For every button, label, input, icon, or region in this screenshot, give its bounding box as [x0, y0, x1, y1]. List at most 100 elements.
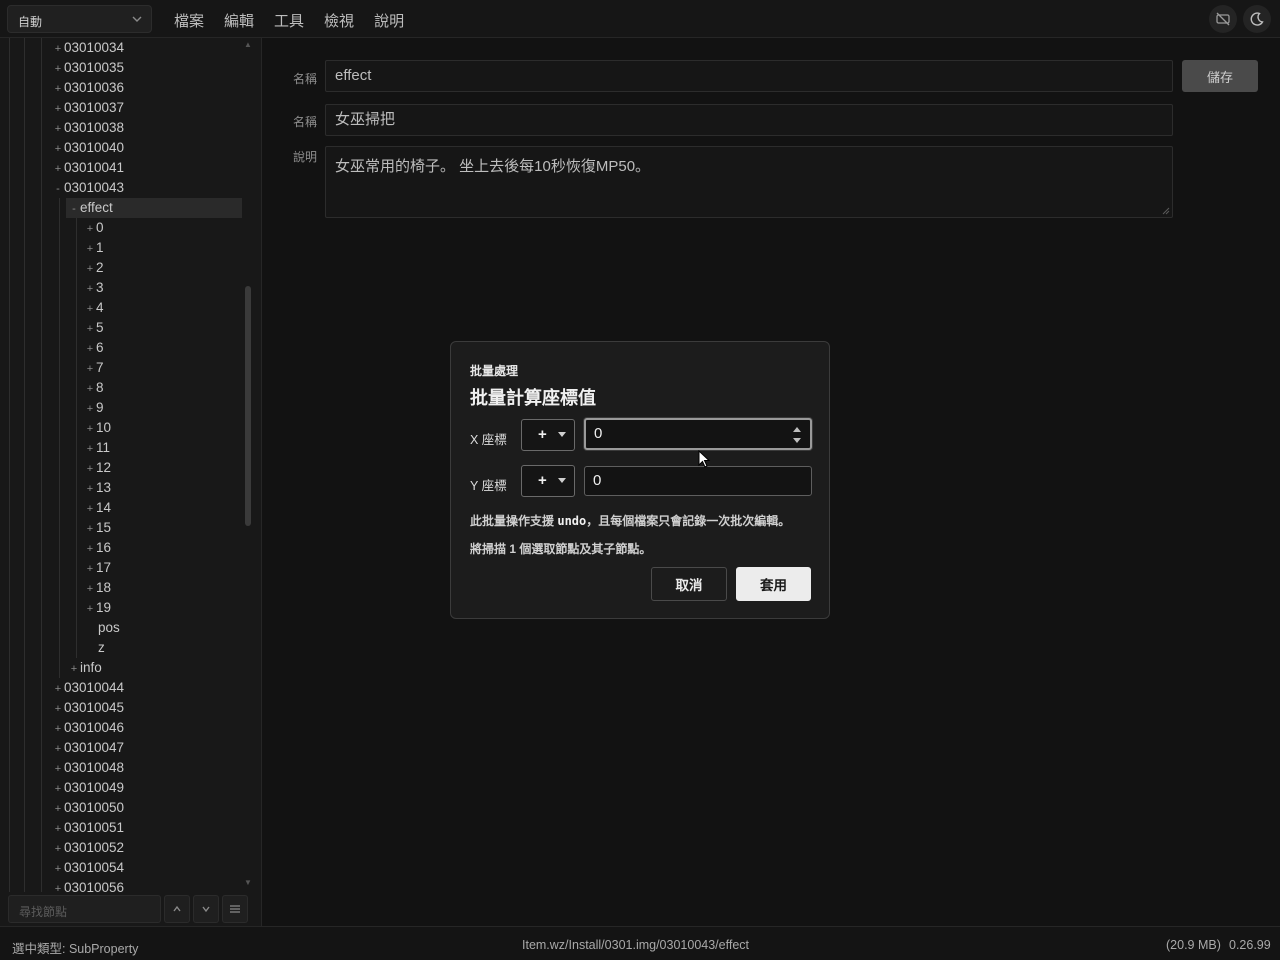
tree-node[interactable]: +4	[84, 298, 104, 318]
menu-button[interactable]	[222, 895, 248, 923]
expand-toggle-icon[interactable]: +	[84, 379, 96, 399]
tree-node[interactable]: +10	[84, 418, 111, 438]
tree-node[interactable]: +03010036	[52, 78, 124, 98]
tree-node[interactable]: +03010035	[52, 58, 124, 78]
save-button[interactable]: 儲存	[1182, 60, 1258, 92]
x-value-input[interactable]: 0	[584, 418, 812, 450]
spinner-icon[interactable]	[792, 424, 802, 446]
menu-tools[interactable]: 工具	[274, 10, 304, 31]
expand-toggle-icon[interactable]: +	[52, 679, 64, 699]
expand-toggle-icon[interactable]: +	[52, 859, 64, 879]
expand-toggle-icon[interactable]: +	[52, 879, 64, 892]
tree-node[interactable]: +03010052	[52, 838, 124, 858]
expand-toggle-icon[interactable]: +	[52, 79, 64, 99]
tree-node[interactable]: +2	[84, 258, 104, 278]
tree-node[interactable]: +03010047	[52, 738, 124, 758]
x-operator-select[interactable]: +	[521, 419, 575, 451]
expand-toggle-icon[interactable]: +	[52, 779, 64, 799]
tree-node[interactable]: +03010038	[52, 118, 124, 138]
tree-node[interactable]: +03010054	[52, 858, 124, 878]
expand-toggle-icon[interactable]: +	[52, 59, 64, 79]
expand-toggle-icon[interactable]: +	[84, 259, 96, 279]
y-value-input[interactable]: 0	[584, 466, 812, 496]
tree-scrollbar[interactable]: ▲ ▼	[242, 38, 254, 890]
expand-toggle-icon[interactable]: +	[52, 719, 64, 739]
expand-toggle-icon[interactable]: +	[84, 399, 96, 419]
tree-node[interactable]: +18	[84, 578, 111, 598]
tree-node[interactable]: +16	[84, 538, 111, 558]
tree-node[interactable]: +14	[84, 498, 111, 518]
tree-node[interactable]: +17	[84, 558, 111, 578]
expand-toggle-icon[interactable]: +	[84, 519, 96, 539]
tree-node[interactable]: +03010046	[52, 718, 124, 738]
tree-node[interactable]: +6	[84, 338, 104, 358]
expand-toggle-icon[interactable]: +	[52, 759, 64, 779]
expand-toggle-icon[interactable]: +	[84, 499, 96, 519]
expand-toggle-icon[interactable]: +	[84, 439, 96, 459]
expand-toggle-icon[interactable]: +	[84, 239, 96, 259]
expand-toggle-icon[interactable]: +	[52, 739, 64, 759]
prev-match-button[interactable]	[164, 895, 190, 923]
scroll-down-icon[interactable]: ▼	[244, 878, 252, 887]
expand-toggle-icon[interactable]: +	[52, 799, 64, 819]
menu-file[interactable]: 檔案	[174, 10, 204, 31]
tree-node[interactable]: +12	[84, 458, 111, 478]
next-match-button[interactable]	[193, 895, 219, 923]
expand-toggle-icon[interactable]: +	[84, 339, 96, 359]
tree-node[interactable]: +5	[84, 318, 104, 338]
expand-toggle-icon[interactable]: +	[84, 299, 96, 319]
expand-toggle-icon[interactable]: +	[52, 139, 64, 159]
tree-node[interactable]: +03010051	[52, 818, 124, 838]
mode-select[interactable]: 自動	[7, 5, 152, 33]
tree-node[interactable]: z	[84, 638, 105, 658]
tree-node[interactable]: +15	[84, 518, 111, 538]
visibility-off-button[interactable]	[1209, 5, 1237, 33]
expand-toggle-icon[interactable]: +	[84, 559, 96, 579]
expand-toggle-icon[interactable]: +	[84, 459, 96, 479]
tree-node[interactable]: +7	[84, 358, 104, 378]
expand-toggle-icon[interactable]: +	[84, 479, 96, 499]
expand-toggle-icon[interactable]: +	[52, 839, 64, 859]
y-operator-select[interactable]: +	[521, 465, 575, 497]
menu-help[interactable]: 說明	[374, 10, 404, 31]
tree-node[interactable]: +1	[84, 238, 104, 258]
tree-node[interactable]: +03010040	[52, 138, 124, 158]
expand-toggle-icon[interactable]: +	[52, 819, 64, 839]
tree-node[interactable]: + info	[68, 658, 102, 678]
tree-node[interactable]: +03010050	[52, 798, 124, 818]
theme-toggle-button[interactable]	[1243, 5, 1271, 33]
expand-toggle-icon[interactable]: +	[84, 359, 96, 379]
expand-toggle-icon[interactable]: +	[84, 579, 96, 599]
tree-node[interactable]: +11	[84, 438, 110, 458]
tree-node[interactable]: - effect	[66, 198, 242, 218]
search-input[interactable]: 尋找節點	[8, 895, 161, 923]
expand-toggle-icon[interactable]: +	[84, 219, 96, 239]
tree-node[interactable]: +13	[84, 478, 111, 498]
menu-view[interactable]: 檢視	[324, 10, 354, 31]
tree-node[interactable]: +19	[84, 598, 111, 618]
tree-node[interactable]: +3	[84, 278, 104, 298]
expand-toggle-icon[interactable]: +	[52, 699, 64, 719]
desc-textarea[interactable]: 女巫常用的椅子。 坐上去後每10秒恢復MP50。	[325, 146, 1173, 218]
expand-toggle-icon[interactable]: +	[84, 319, 96, 339]
collapse-toggle-icon[interactable]: -	[52, 179, 64, 199]
expand-toggle-icon[interactable]: +	[84, 599, 96, 619]
tree-node[interactable]: -03010043	[52, 178, 124, 198]
expand-toggle-icon[interactable]: +	[52, 99, 64, 119]
tree-node[interactable]: +9	[84, 398, 104, 418]
tree-node[interactable]: +03010048	[52, 758, 124, 778]
expand-toggle-icon[interactable]: +	[84, 539, 96, 559]
tree-node[interactable]: +03010056	[52, 878, 124, 892]
tree-node[interactable]: +03010045	[52, 698, 124, 718]
tree-node[interactable]: +0	[84, 218, 104, 238]
apply-button[interactable]: 套用	[736, 567, 811, 601]
expand-toggle-icon[interactable]: +	[68, 659, 80, 679]
expand-toggle-icon[interactable]: +	[84, 419, 96, 439]
tree-node[interactable]: +03010037	[52, 98, 124, 118]
expand-toggle-icon[interactable]: +	[52, 39, 64, 59]
tree-node[interactable]: +03010034	[52, 38, 124, 58]
collapse-toggle-icon[interactable]: -	[68, 199, 80, 219]
scroll-thumb[interactable]	[245, 286, 251, 526]
resize-handle-icon[interactable]	[1162, 207, 1170, 215]
expand-toggle-icon[interactable]: +	[52, 119, 64, 139]
